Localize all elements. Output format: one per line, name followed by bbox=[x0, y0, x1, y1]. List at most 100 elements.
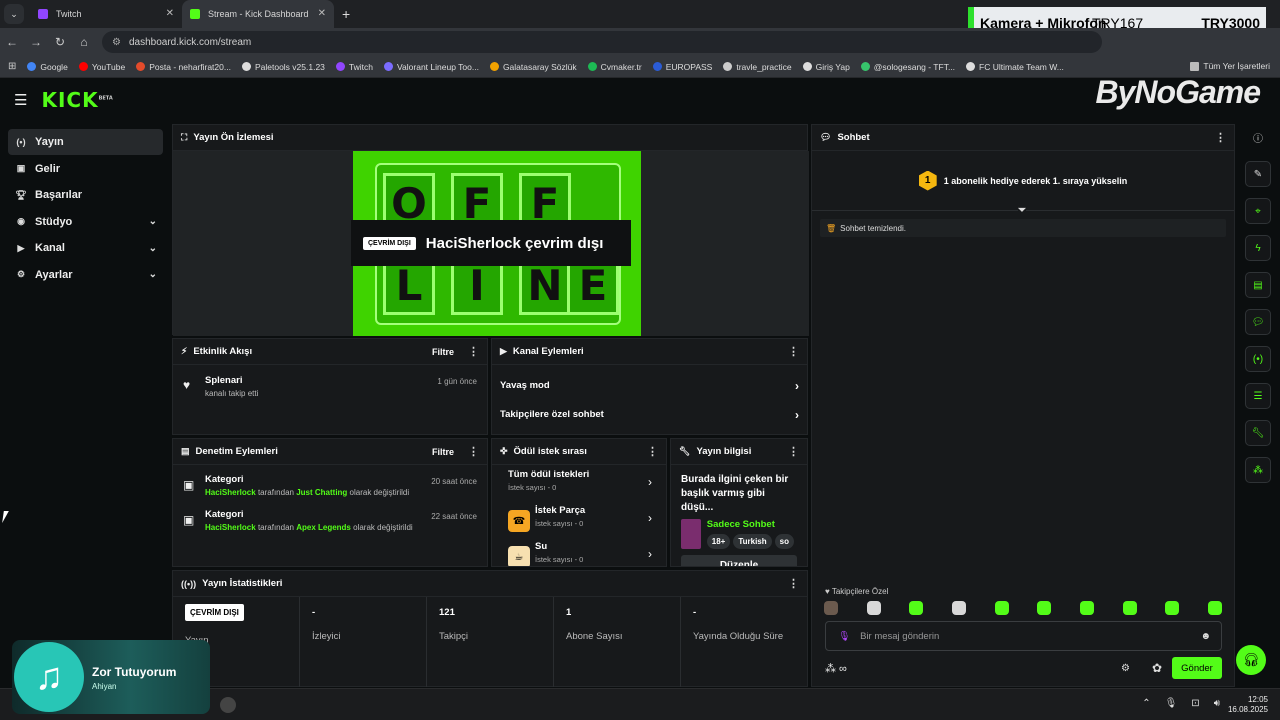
now-playing-overlay: ♫ Zor Tutuyorum Ahiyan bbox=[12, 640, 210, 714]
collapse-icon[interactable]: ⏷ bbox=[1018, 205, 1026, 216]
trophy-icon: 🏆︎ bbox=[15, 189, 27, 200]
filter-button[interactable]: Filtre bbox=[432, 347, 454, 357]
more-icon[interactable]: ⋮ bbox=[468, 345, 479, 358]
bookmark-item[interactable]: Cvmaker.tr bbox=[587, 62, 642, 72]
more-icon[interactable]: ⋮ bbox=[1215, 131, 1226, 144]
address-bar[interactable]: ⚙ dashboard.kick.com/stream bbox=[102, 31, 1102, 53]
sidebar-item-gelir[interactable]: ▣ Gelir bbox=[8, 156, 163, 182]
send-button[interactable]: Gönder bbox=[1172, 657, 1222, 679]
kick-logo[interactable]: KICKBETA bbox=[41, 88, 112, 112]
more-icon[interactable]: ⋮ bbox=[788, 445, 799, 458]
broadcast-icon[interactable]: (•) bbox=[1245, 346, 1271, 372]
community-icon[interactable]: ⁂ bbox=[1245, 457, 1271, 483]
reward-item[interactable]: ☕︎ Su İstek sayısı - 0 › bbox=[492, 537, 666, 566]
song-artist: Ahiyan bbox=[92, 682, 117, 691]
category-name[interactable]: Sadece Sohbet bbox=[707, 519, 797, 530]
forward-icon[interactable]: → bbox=[24, 35, 48, 49]
new-tab-button[interactable]: + bbox=[342, 6, 350, 22]
network-icon[interactable]: ⊡ bbox=[1191, 698, 1199, 709]
reload-icon[interactable]: ↻ bbox=[48, 35, 72, 49]
pencil-icon[interactable]: ✎ bbox=[1245, 161, 1271, 187]
emote[interactable] bbox=[866, 601, 881, 615]
microphone-icon[interactable]: 🎙︎ bbox=[1165, 698, 1178, 709]
gear-icon[interactable]: ⚙ bbox=[1121, 663, 1130, 674]
chat-icon[interactable]: 💬︎ bbox=[1245, 309, 1271, 335]
chevron-up-icon[interactable]: ⌃ bbox=[1142, 698, 1150, 709]
activity-time: 1 gün önce bbox=[437, 377, 477, 386]
reward-item[interactable]: ☎ İstek Parça İstek sayısı - 0 › bbox=[492, 501, 666, 537]
tab-search-button[interactable]: ⌄ bbox=[4, 4, 24, 24]
home-icon[interactable]: ⌂ bbox=[72, 35, 96, 49]
followers-only-chat-action[interactable]: Takipçilere özel sohbet › bbox=[492, 400, 807, 429]
microphone-icon[interactable]: 🎙︎ bbox=[838, 631, 850, 642]
emote[interactable] bbox=[1037, 601, 1052, 615]
sidebar-item-ayarlar[interactable]: ⚙ Ayarlar ⌄ bbox=[8, 262, 163, 288]
emote[interactable] bbox=[824, 601, 838, 615]
offline-banner: ÇEVRİM DIŞI HaciSherlock çevrim dışı bbox=[351, 220, 631, 266]
income-icon: ▣ bbox=[16, 163, 26, 174]
clock[interactable]: 12:05 16.08.2025 bbox=[1228, 695, 1268, 715]
bookmark-item[interactable]: Google bbox=[27, 62, 68, 72]
more-icon[interactable]: ⋮ bbox=[788, 577, 799, 590]
bookmark-item[interactable]: YouTube bbox=[78, 62, 125, 72]
focus-icon[interactable]: ⌖ bbox=[1245, 198, 1271, 224]
bookmark-item[interactable]: @sologesang - TFT... bbox=[860, 62, 955, 72]
slow-mode-action[interactable]: Yavaş mod › bbox=[492, 371, 807, 400]
site-info-icon[interactable]: ⚙ bbox=[112, 37, 121, 48]
emote[interactable] bbox=[1207, 601, 1222, 615]
gift-icon[interactable]: ✿ bbox=[1152, 661, 1162, 675]
bookmark-item[interactable]: Twitch bbox=[335, 62, 373, 72]
document-icon[interactable]: ▤ bbox=[1245, 272, 1271, 298]
tab-twitch[interactable]: Twitch ✕ bbox=[30, 0, 182, 28]
panel-title: Kanal Eylemleri bbox=[512, 346, 584, 357]
info-icon[interactable]: ⓘ bbox=[1245, 124, 1271, 150]
filter-button[interactable]: Filtre bbox=[432, 447, 454, 457]
bookmark-item[interactable]: Galatasaray Sözlük bbox=[489, 62, 577, 72]
emote[interactable] bbox=[909, 601, 924, 615]
wrench-icon[interactable]: 🔧︎ bbox=[1245, 420, 1271, 446]
bookmark-item[interactable]: Paletools v25.1.23 bbox=[241, 62, 325, 72]
bookmark-item[interactable]: EUROPASS bbox=[652, 62, 712, 72]
all-bookmarks[interactable]: Tüm Yer İşaretleri bbox=[1190, 61, 1270, 71]
list-icon[interactable]: ☰ bbox=[1245, 383, 1271, 409]
bookmark-item[interactable]: travle_practice bbox=[723, 62, 792, 72]
emote[interactable] bbox=[1165, 601, 1180, 615]
volume-icon[interactable]: 🔊︎ bbox=[1214, 698, 1220, 709]
bookmark-item[interactable]: Valorant Lineup Too... bbox=[384, 62, 479, 72]
chevron-down-icon: ⌄ bbox=[148, 242, 157, 254]
close-icon[interactable]: ✕ bbox=[166, 8, 174, 19]
apps-icon[interactable]: ⊞ bbox=[8, 61, 16, 72]
bookmark-item[interactable]: FC Ultimate Team W... bbox=[966, 62, 1064, 72]
kick-icon bbox=[190, 9, 200, 19]
stat-label: Abone Sayısı bbox=[566, 631, 623, 642]
reward-item[interactable]: Tüm ödül istekleri İstek sayısı - 0 › bbox=[492, 465, 666, 501]
emote[interactable] bbox=[994, 601, 1009, 615]
sidebar-item-studyo[interactable]: ◉ Stüdyo ⌄ bbox=[8, 209, 163, 235]
tab-kick-dashboard[interactable]: Stream - Kick Dashboard ✕ bbox=[182, 0, 334, 28]
sidebar-item-yayin[interactable]: (•) Yayın bbox=[8, 129, 163, 155]
panel-header: 🔧︎ Yayın bilgisi ⋮ bbox=[671, 439, 807, 465]
bookmark-item[interactable]: Posta - neharfirat20... bbox=[136, 62, 231, 72]
bookmark-item[interactable]: Giriş Yap bbox=[802, 62, 850, 72]
more-icon[interactable]: ⋮ bbox=[647, 445, 658, 458]
emote[interactable] bbox=[1122, 601, 1137, 615]
more-icon[interactable]: ⋮ bbox=[788, 345, 799, 358]
sidebar-item-basarilar[interactable]: 🏆︎ Başarılar bbox=[8, 182, 163, 208]
support-headset-icon[interactable]: 🎧︎ bbox=[1236, 645, 1266, 675]
follower-name[interactable]: Splenari bbox=[205, 375, 477, 386]
chat-input[interactable]: 🎙︎ Bir mesaj gönderin ☻ bbox=[825, 621, 1222, 651]
community-icon[interactable]: ⁂ ∞ bbox=[825, 662, 847, 675]
edit-button[interactable]: Düzenle bbox=[681, 555, 797, 566]
back-icon[interactable]: ← bbox=[0, 35, 24, 49]
stream-preview[interactable]: O F F L I N E ÇEVRİM DIŞI HaciSherlock ç… bbox=[173, 151, 809, 336]
emote[interactable] bbox=[1079, 601, 1094, 615]
obs-icon[interactable] bbox=[220, 697, 236, 713]
lightning-icon[interactable]: ϟ bbox=[1245, 235, 1271, 261]
sidebar-item-kanal[interactable]: ▶ Kanal ⌄ bbox=[8, 235, 163, 261]
emote[interactable] bbox=[951, 601, 966, 615]
more-icon[interactable]: ⋮ bbox=[468, 445, 479, 458]
close-icon[interactable]: ✕ bbox=[318, 8, 326, 19]
emoji-icon[interactable]: ☻ bbox=[1200, 631, 1211, 642]
menu-icon[interactable]: ☰ bbox=[14, 91, 27, 109]
sub-gift-leaderboard[interactable]: 1 1 abonelik hediye ederek 1. sıraya yük… bbox=[812, 151, 1234, 216]
